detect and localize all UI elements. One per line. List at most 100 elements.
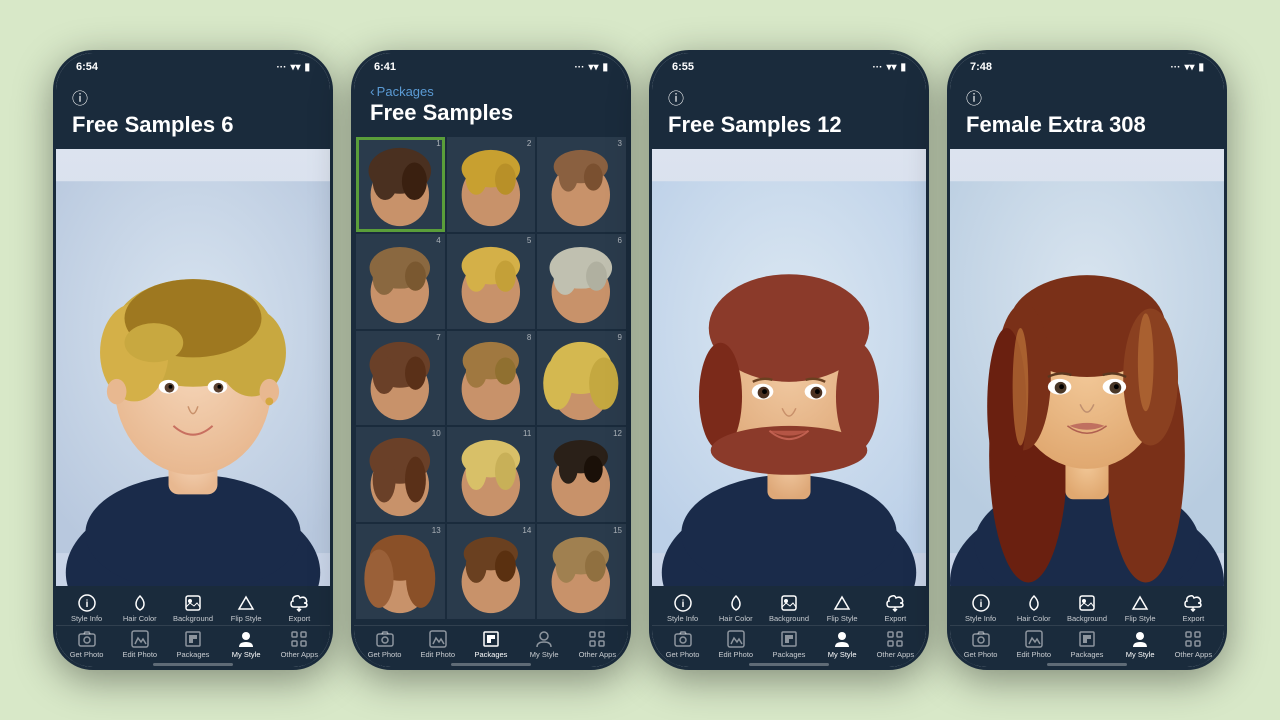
tb-packages-label-4: Packages xyxy=(1071,651,1104,659)
tb-style-info-4[interactable]: i Style Info xyxy=(961,592,1001,623)
tb-flip-style-4[interactable]: Flip Style xyxy=(1120,592,1160,623)
grid-cell-15[interactable]: 15 xyxy=(537,524,626,619)
tb-packages-2[interactable]: Packages xyxy=(471,628,511,659)
tb-hair-color-icon-3 xyxy=(725,592,747,614)
tb-get-photo-2[interactable]: Get Photo xyxy=(365,628,405,659)
tb-edit-photo-1[interactable]: Edit Photo xyxy=(120,628,160,659)
home-indicator-3 xyxy=(652,661,926,665)
tb-other-apps-3[interactable]: Other Apps xyxy=(875,628,915,659)
battery-icon-2: ▮ xyxy=(602,62,608,73)
phone-2-header: ‹ Packages Free Samples xyxy=(354,79,628,135)
portrait-area-4 xyxy=(950,149,1224,585)
tb-get-photo-icon-3 xyxy=(672,628,694,650)
tb-get-photo-3[interactable]: Get Photo xyxy=(663,628,703,659)
tb-style-info-label-1: Style Info xyxy=(71,615,102,623)
phone-4-content xyxy=(950,149,1224,585)
tb-style-info-label-4: Style Info xyxy=(965,615,996,623)
tb-edit-photo-label-2: Edit Photo xyxy=(420,651,455,659)
tb-other-apps-icon-4 xyxy=(1182,628,1204,650)
grid-cell-4[interactable]: 4 xyxy=(356,234,445,329)
tb-export-4[interactable]: Export xyxy=(1173,592,1213,623)
tb-my-style-3[interactable]: My Style xyxy=(822,628,862,659)
tb-export-icon-3 xyxy=(884,592,906,614)
grid-cell-9[interactable]: 9 xyxy=(537,331,626,426)
tb-edit-photo-icon-2 xyxy=(427,628,449,650)
phone-1-toolbar: i Style Info Hair Color B xyxy=(56,586,330,668)
tb-other-apps-4[interactable]: Other Apps xyxy=(1173,628,1213,659)
tb-hair-color-4[interactable]: Hair Color xyxy=(1014,592,1054,623)
tb-my-style-label-3: My Style xyxy=(828,651,857,659)
tb-packages-label-2: Packages xyxy=(475,651,508,659)
tb-edit-photo-3[interactable]: Edit Photo xyxy=(716,628,756,659)
phone-4: 7:48 ··· ▾▾ ▮ ⓘ Female Extra 308 xyxy=(947,50,1227,670)
grid-cell-5[interactable]: 5 xyxy=(447,234,536,329)
battery-icon-1: ▮ xyxy=(304,62,310,73)
tb-style-info-3[interactable]: i Style Info xyxy=(663,592,703,623)
tb-edit-photo-icon-4 xyxy=(1023,628,1045,650)
svg-text:i: i xyxy=(979,599,982,610)
tb-edit-photo-icon-3 xyxy=(725,628,747,650)
tb-hair-color-3[interactable]: Hair Color xyxy=(716,592,756,623)
tb-background-1[interactable]: Background xyxy=(173,592,213,623)
grid-cell-14[interactable]: 14 xyxy=(447,524,536,619)
tb-other-apps-1[interactable]: Other Apps xyxy=(279,628,319,659)
phone-3-toolbar-top: i Style Info Hair Color B xyxy=(652,590,926,625)
tb-edit-photo-4[interactable]: Edit Photo xyxy=(1014,628,1054,659)
tb-style-info-1[interactable]: i Style Info xyxy=(67,592,107,623)
tb-get-photo-1[interactable]: Get Photo xyxy=(67,628,107,659)
tb-my-style-icon-4 xyxy=(1129,628,1151,650)
grid-cell-13[interactable]: 13 xyxy=(356,524,445,619)
phone-1-toolbar-bottom: Get Photo Edit Photo Packages xyxy=(56,625,330,661)
tb-get-photo-label-4: Get Photo xyxy=(964,651,998,659)
info-icon-4[interactable]: ⓘ xyxy=(966,85,1208,109)
tb-flip-style-1[interactable]: Flip Style xyxy=(226,592,266,623)
tb-other-apps-icon-2 xyxy=(586,628,608,650)
back-link-2[interactable]: ‹ Packages xyxy=(370,83,612,99)
tb-export-3[interactable]: Export xyxy=(875,592,915,623)
tb-get-photo-4[interactable]: Get Photo xyxy=(961,628,1001,659)
status-time-3: 6:55 xyxy=(672,61,694,73)
phone-2-content: 1 2 3 xyxy=(354,135,628,621)
tb-packages-3[interactable]: Packages xyxy=(769,628,809,659)
signal-dots-1: ··· xyxy=(276,62,286,73)
tb-export-1[interactable]: Export xyxy=(279,592,319,623)
info-icon-3[interactable]: ⓘ xyxy=(668,85,910,109)
grid-cell-12[interactable]: 12 xyxy=(537,427,626,522)
tb-background-3[interactable]: Background xyxy=(769,592,809,623)
tb-other-apps-label-4: Other Apps xyxy=(1175,651,1213,659)
grid-cell-1[interactable]: 1 xyxy=(356,137,445,232)
phone-3-title: Free Samples 12 xyxy=(668,113,910,137)
tb-flip-style-3[interactable]: Flip Style xyxy=(822,592,862,623)
back-label-2: Packages xyxy=(377,84,434,99)
grid-cell-8[interactable]: 8 xyxy=(447,331,536,426)
grid-cell-11[interactable]: 11 xyxy=(447,427,536,522)
tb-export-label-1: Export xyxy=(289,615,311,623)
phone-3-toolbar-bottom: Get Photo Edit Photo Packages xyxy=(652,625,926,661)
grid-cell-6[interactable]: 6 xyxy=(537,234,626,329)
info-icon-1[interactable]: ⓘ xyxy=(72,85,314,109)
phone-3: 6:55 ··· ▾▾ ▮ ⓘ Free Samples 12 xyxy=(649,50,929,670)
tb-hair-color-label-4: Hair Color xyxy=(1017,615,1051,623)
battery-icon-4: ▮ xyxy=(1198,62,1204,73)
tb-packages-1[interactable]: Packages xyxy=(173,628,213,659)
tb-packages-4[interactable]: Packages xyxy=(1067,628,1107,659)
tb-hair-color-1[interactable]: Hair Color xyxy=(120,592,160,623)
grid-cell-3[interactable]: 3 xyxy=(537,137,626,232)
phone-1-toolbar-top: i Style Info Hair Color B xyxy=(56,590,330,625)
tb-flip-style-icon-3 xyxy=(831,592,853,614)
tb-edit-photo-2[interactable]: Edit Photo xyxy=(418,628,458,659)
tb-hair-color-icon-4 xyxy=(1023,592,1045,614)
tb-my-style-icon-2 xyxy=(533,628,555,650)
status-bar-4: 7:48 ··· ▾▾ ▮ xyxy=(950,53,1224,79)
tb-background-4[interactable]: Background xyxy=(1067,592,1107,623)
grid-cell-7[interactable]: 7 xyxy=(356,331,445,426)
tb-other-apps-2[interactable]: Other Apps xyxy=(577,628,617,659)
grid-cell-2[interactable]: 2 xyxy=(447,137,536,232)
tb-edit-photo-label-3: Edit Photo xyxy=(718,651,753,659)
tb-flip-style-label-3: Flip Style xyxy=(827,615,858,623)
tb-get-photo-label-3: Get Photo xyxy=(666,651,700,659)
tb-my-style-1[interactable]: My Style xyxy=(226,628,266,659)
tb-my-style-4[interactable]: My Style xyxy=(1120,628,1160,659)
grid-cell-10[interactable]: 10 xyxy=(356,427,445,522)
tb-my-style-2[interactable]: My Style xyxy=(524,628,564,659)
